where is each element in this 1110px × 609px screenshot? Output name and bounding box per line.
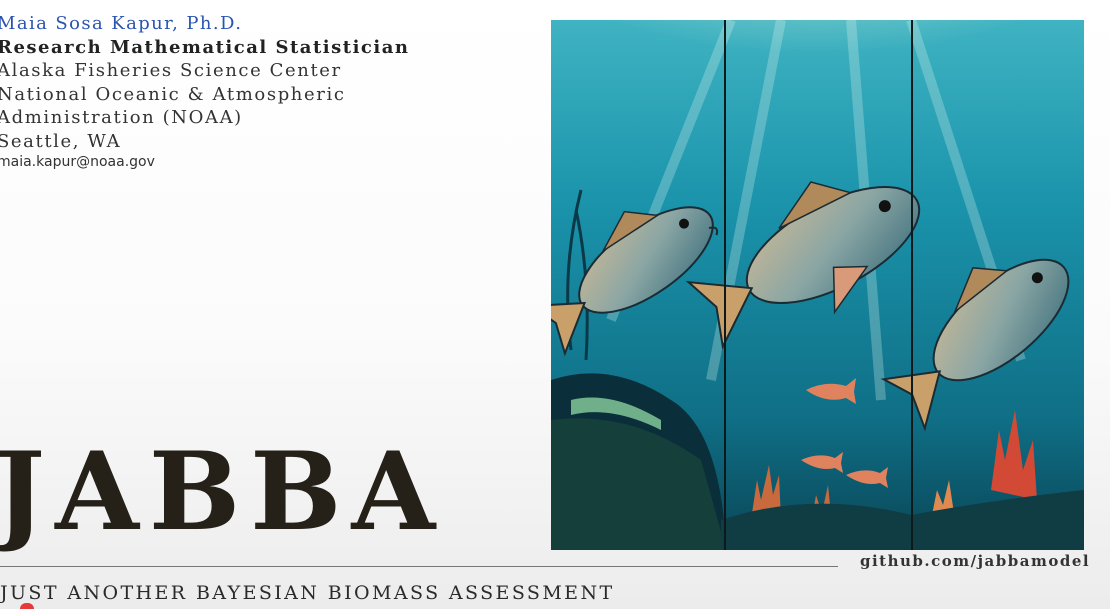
location-line: Seattle, WA — [0, 130, 122, 152]
author-title: Research Mathematical Statistician — [0, 36, 410, 58]
tagline: JUST ANOTHER BAYESIAN BIOMASS ASSESSMENT — [0, 582, 615, 604]
cursor-marker — [20, 603, 34, 609]
fish-illustration — [551, 20, 1084, 550]
affiliation-line: National Oceanic & Atmospheric — [0, 83, 346, 105]
headline: JABBA — [0, 429, 446, 555]
fish-illustration-icon — [551, 20, 1084, 550]
affiliation-line: Alaska Fisheries Science Center — [0, 60, 342, 81]
divider — [0, 566, 838, 567]
github-link[interactable]: github.com/jabbamodel — [860, 552, 1090, 570]
affiliation-line: Administration (NOAA) — [0, 107, 243, 128]
author-email: maia.kapur@noaa.gov — [0, 154, 155, 170]
author-block: Maia Sosa Kapur, Ph.D. Research Mathemat… — [0, 12, 409, 175]
author-name: Maia Sosa Kapur, Ph.D. — [0, 13, 243, 34]
